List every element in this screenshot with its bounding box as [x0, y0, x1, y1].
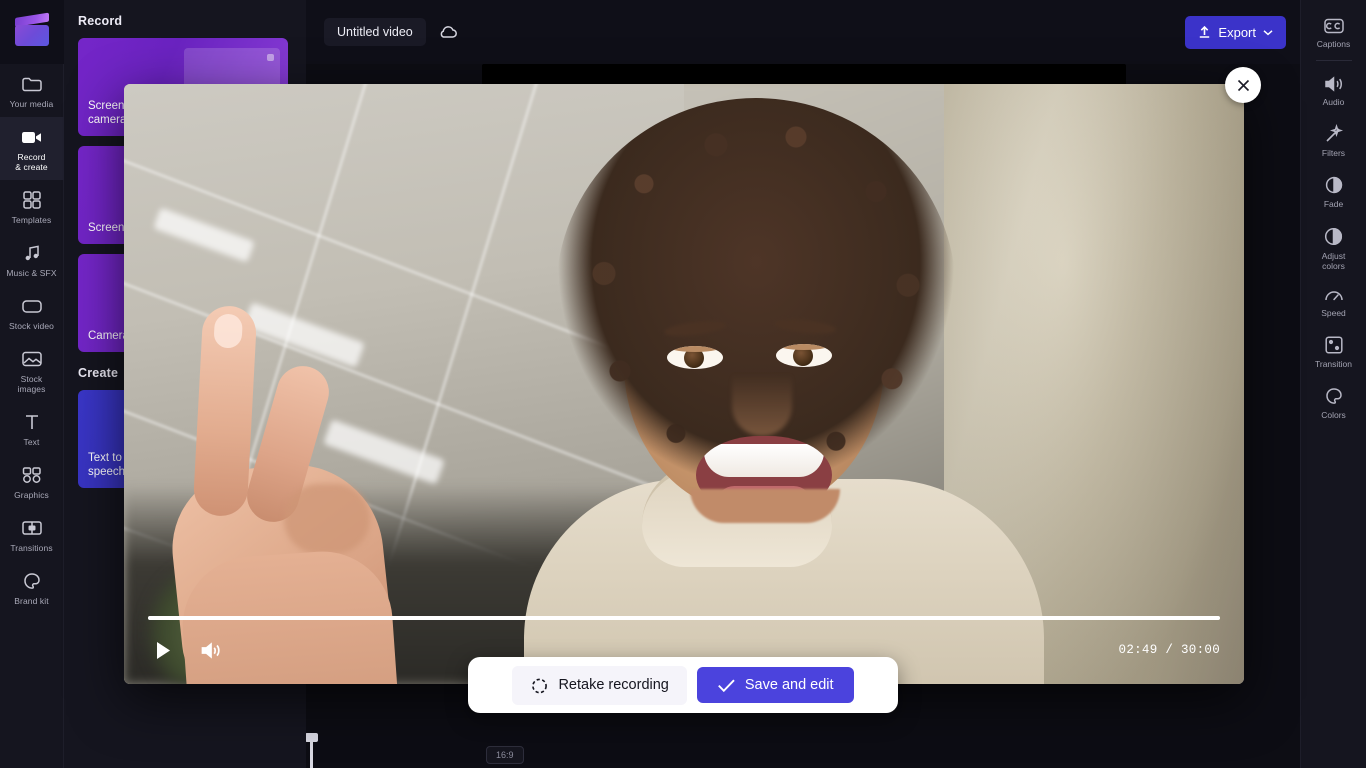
- topbar-right-actions: Export: [1185, 15, 1286, 49]
- cloud-sync-icon[interactable]: [438, 24, 458, 40]
- chevron-down-icon: [1263, 29, 1273, 36]
- project-title-input[interactable]: Untitled video: [324, 18, 426, 46]
- sidebar-item-transitions[interactable]: Transitions: [0, 508, 64, 561]
- color-palette-icon: [1324, 386, 1344, 406]
- tool-label: Speed: [1321, 308, 1346, 318]
- save-and-edit-label: Save and edit: [744, 677, 834, 693]
- time-separator: /: [1165, 643, 1174, 657]
- tool-adjust-colors[interactable]: Adjust colors: [1301, 217, 1366, 279]
- save-and-edit-button[interactable]: Save and edit: [696, 667, 854, 703]
- grid-templates-icon: [20, 189, 44, 211]
- tool-colors[interactable]: Colors: [1301, 377, 1366, 428]
- sidebar-item-label: Stock video: [8, 321, 55, 331]
- volume-on-icon: [200, 641, 222, 660]
- retake-recording-button[interactable]: Retake recording: [512, 665, 687, 705]
- recording-preview-modal: 02:49 / 30:00: [124, 84, 1244, 684]
- video-progress-bar[interactable]: [124, 616, 1244, 620]
- card-thumbnail-dot: [267, 54, 274, 61]
- top-bar: Untitled video Export: [306, 0, 1300, 64]
- graphics-icon: [20, 464, 44, 486]
- retake-recording-label: Retake recording: [558, 677, 669, 693]
- tool-captions[interactable]: Captions: [1301, 8, 1366, 57]
- tool-audio[interactable]: Audio: [1301, 66, 1366, 115]
- fade-circle-icon: [1324, 175, 1344, 195]
- sidebar-item-brand-kit[interactable]: Brand kit: [0, 561, 64, 614]
- speaker-icon: [1323, 75, 1345, 93]
- contrast-circle-icon: [1323, 226, 1344, 247]
- play-icon: [155, 641, 172, 660]
- close-preview-button[interactable]: [1225, 67, 1261, 103]
- transition-squares-icon: [1324, 335, 1344, 355]
- upload-icon: [1198, 25, 1211, 39]
- clapperboard-icon: [14, 12, 49, 46]
- video-camera-icon: [20, 126, 44, 148]
- clipchamp-editor-window: Your media Record & create Templates Mus…: [0, 0, 1366, 768]
- tool-label: Colors: [1321, 410, 1346, 420]
- tool-label: Captions: [1316, 39, 1351, 49]
- tool-label: Filters: [1321, 148, 1346, 158]
- transitions-icon: [20, 517, 44, 539]
- sidebar-item-label: Text: [23, 437, 40, 447]
- sidebar-item-label: Stock images: [17, 374, 46, 394]
- card-label: Screen: [88, 222, 125, 234]
- volume-button[interactable]: [196, 635, 226, 665]
- sidebar-item-label: Your media: [9, 99, 54, 109]
- export-button-label: Export: [1218, 24, 1256, 40]
- sidebar-item-label: Record & create: [15, 152, 48, 172]
- magic-wand-icon: [1324, 124, 1344, 144]
- sidebar-item-label: Templates: [11, 215, 52, 225]
- tool-transition[interactable]: Transition: [1301, 326, 1366, 377]
- tool-label: Adjust colors: [1321, 251, 1346, 271]
- captions-icon: [1323, 17, 1345, 35]
- tool-label: Transition: [1314, 359, 1352, 369]
- sidebar-item-templates[interactable]: Templates: [0, 180, 64, 233]
- retake-circular-arrow-icon: [530, 676, 549, 695]
- sidebar-item-stock-images[interactable]: Stock images: [0, 339, 64, 402]
- total-duration: 30:00: [1180, 643, 1220, 657]
- sidebar-item-label: Brand kit: [14, 596, 49, 606]
- stock-video-icon: [20, 295, 44, 317]
- rail-divider: [1315, 60, 1352, 61]
- preview-action-bar: Retake recording Save and edit: [468, 657, 898, 713]
- tool-label: Fade: [1323, 199, 1344, 209]
- timeline-playhead[interactable]: [305, 733, 318, 768]
- sidebar-item-label: Transitions: [10, 543, 53, 553]
- sidebar-item-music-and-sfx[interactable]: Music & SFX: [0, 233, 64, 286]
- sidebar-item-label: Graphics: [14, 490, 49, 500]
- sidebar-item-graphics[interactable]: Graphics: [0, 455, 64, 508]
- checkmark-icon: [717, 678, 736, 693]
- sidebar-item-text[interactable]: Text: [0, 402, 64, 455]
- speedometer-icon: [1323, 288, 1345, 304]
- aspect-ratio-badge[interactable]: 16:9: [486, 746, 524, 764]
- tool-fade[interactable]: Fade: [1301, 166, 1366, 217]
- person-subject: [124, 84, 1244, 684]
- sidebar-item-your-media[interactable]: Your media: [0, 64, 64, 117]
- tool-speed[interactable]: Speed: [1301, 279, 1366, 326]
- card-label: Camera: [88, 330, 129, 342]
- panel-section-record-heading: Record: [78, 14, 123, 28]
- app-logo[interactable]: [0, 0, 64, 64]
- current-time: 02:49: [1118, 643, 1158, 657]
- recorded-video-frame[interactable]: [124, 84, 1244, 684]
- text-icon: [20, 411, 44, 433]
- progress-fill: [148, 616, 1220, 620]
- close-icon: [1236, 78, 1251, 93]
- sidebar-item-record-and-create[interactable]: Record & create: [0, 117, 64, 180]
- stock-image-icon: [20, 348, 44, 370]
- progress-track[interactable]: [148, 616, 1220, 620]
- media-folder-icon: [20, 73, 44, 95]
- music-note-icon: [20, 242, 44, 264]
- left-navigation-rail: Your media Record & create Templates Mus…: [0, 0, 64, 768]
- video-timecode: 02:49 / 30:00: [1119, 643, 1220, 657]
- tool-filters[interactable]: Filters: [1301, 115, 1366, 166]
- tool-label: Audio: [1322, 97, 1345, 107]
- export-button[interactable]: Export: [1185, 15, 1286, 49]
- right-properties-rail: Captions Audio Filters Fade Adjust color…: [1300, 0, 1366, 768]
- play-button[interactable]: [148, 635, 178, 665]
- sidebar-item-stock-video[interactable]: Stock video: [0, 286, 64, 339]
- brand-kit-icon: [20, 570, 44, 592]
- sidebar-item-label: Music & SFX: [6, 268, 57, 278]
- card-label: Text to speech: [88, 452, 126, 478]
